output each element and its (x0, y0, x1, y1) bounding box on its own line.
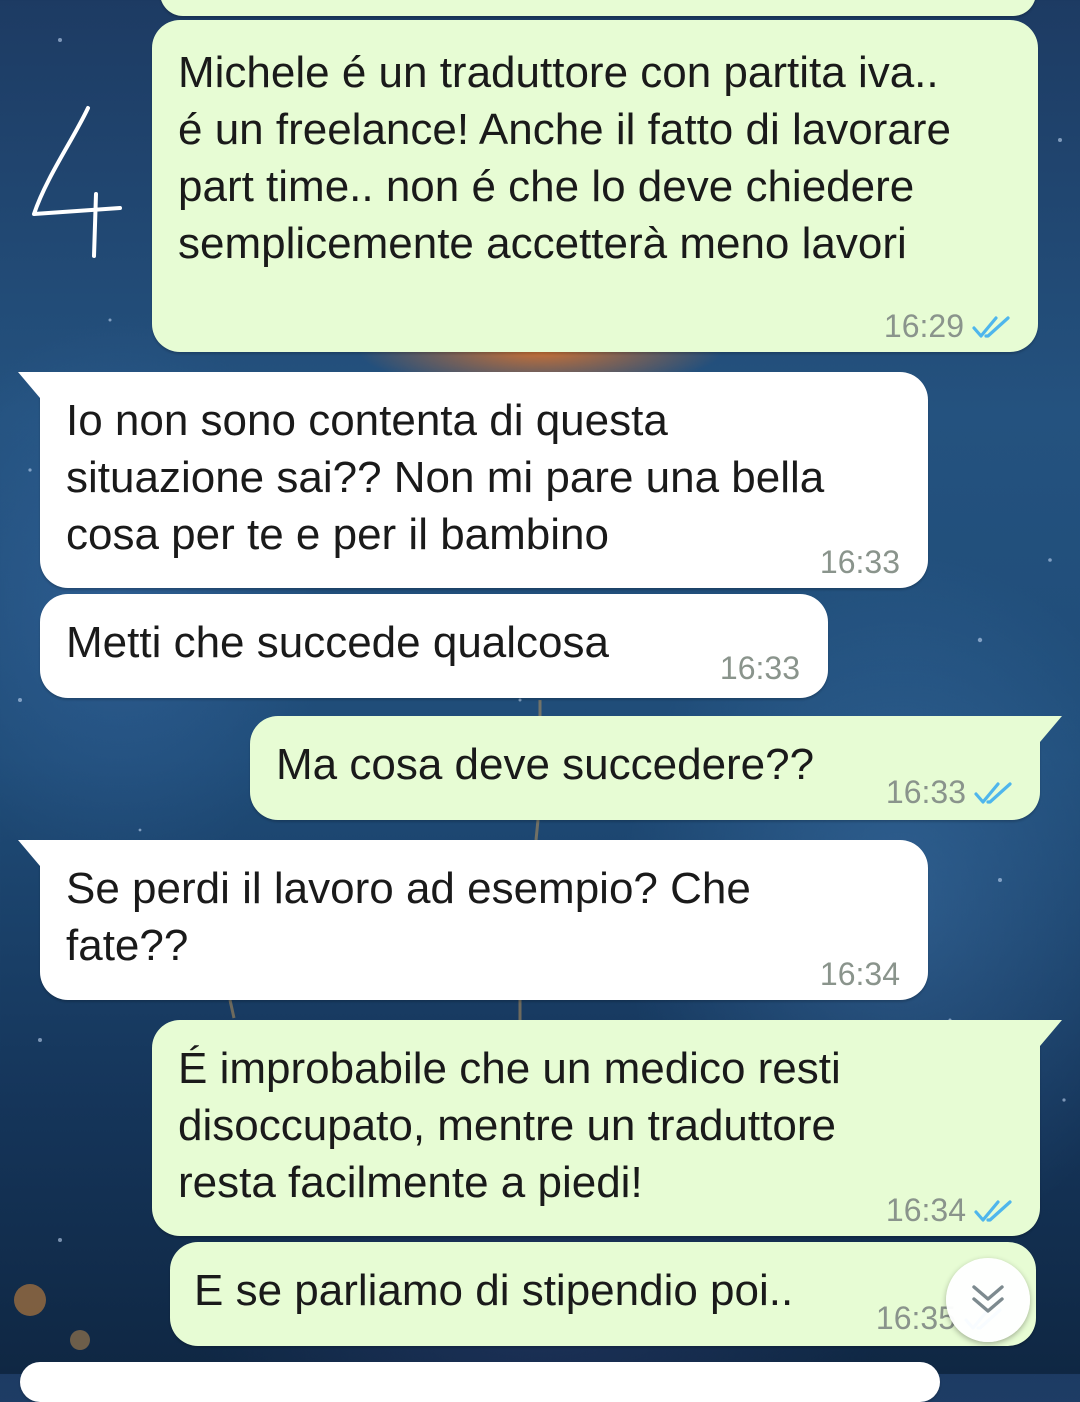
message-text: Michele é un traduttore con partita iva.… (178, 48, 951, 268)
read-ticks-icon (974, 781, 1012, 804)
message-text: Ma cosa deve succedere?? (276, 740, 815, 789)
message-time: 16:34 (885, 1192, 966, 1228)
next-message-bubble[interactable] (20, 1362, 940, 1402)
message-bubble-outgoing[interactable]: É improbabile che un medico resti disocc… (152, 1020, 1062, 1239)
message-text: Io non sono contenta di questa situazion… (66, 396, 825, 559)
message-meta: 16:29 (884, 298, 1014, 355)
scroll-to-bottom-button[interactable] (946, 1258, 1030, 1342)
message-meta: 16:33 (820, 534, 900, 591)
message-bubble-outgoing[interactable]: E se parliamo di stipendio poi.. 16:35 (170, 1242, 1036, 1346)
handwritten-number-annotation (32, 106, 122, 258)
read-ticks-icon (974, 1199, 1012, 1222)
message-bubble-incoming[interactable]: Se perdi il lavoro ad esempio? Che fate?… (18, 840, 928, 1003)
message-text: E se parliamo di stipendio poi.. (194, 1266, 794, 1315)
message-text: É improbabile che un medico resti disocc… (178, 1044, 841, 1207)
message-meta: 16:34 (820, 946, 900, 1003)
message-text: Metti che succede qualcosa (66, 618, 609, 667)
message-meta: 16:33 (720, 640, 800, 697)
message-text: Se perdi il lavoro ad esempio? Che fate?… (66, 864, 751, 970)
double-chevron-down-icon (972, 1285, 1004, 1313)
message-time: 16:29 (883, 308, 964, 344)
message-time: 16:33 (885, 774, 966, 810)
message-bubble-outgoing[interactable]: Ma cosa deve succedere?? 16:33 (250, 716, 1062, 821)
message-time: 16:35 (875, 1300, 956, 1336)
message-meta: 16:34 (886, 1182, 1016, 1239)
message-time: 16:33 (819, 544, 900, 580)
message-bubble-incoming[interactable]: Io non sono contenta di questa situazion… (18, 372, 928, 591)
read-ticks-icon (972, 315, 1010, 338)
message-time: 16:33 (719, 650, 800, 686)
message-bubble-incoming[interactable]: Metti che succede qualcosa 16:33 (40, 594, 828, 698)
message-bubble-outgoing[interactable]: Michele é un traduttore con partita iva.… (152, 20, 1038, 352)
message-meta: 16:33 (886, 764, 1016, 821)
previous-message-bubble[interactable] (160, 0, 1036, 16)
message-time: 16:34 (819, 956, 900, 992)
